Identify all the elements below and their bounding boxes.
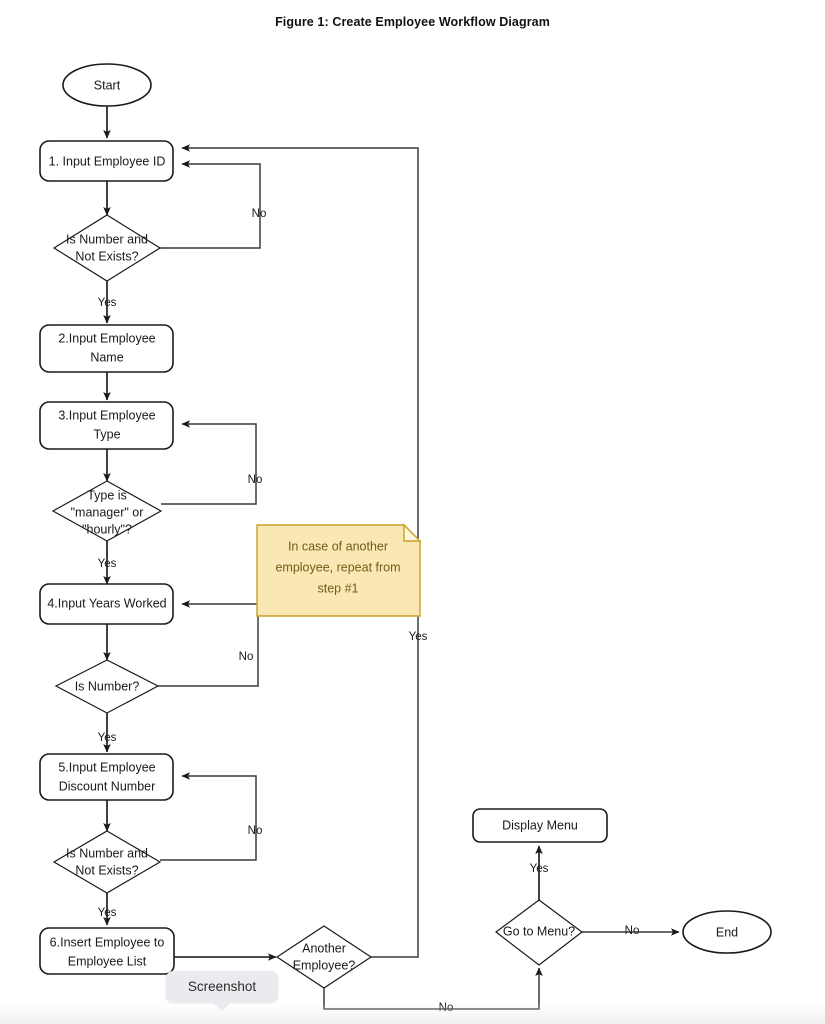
node-step4-label: 4.Input Years Worked (47, 596, 166, 610)
edge-label-dec6-yes: Yes (530, 863, 549, 875)
edge-label-dec3-yes: Yes (98, 732, 117, 744)
node-decision-go-to-menu[interactable]: Go to Menu? (495, 899, 583, 966)
node-decision2-line-2: "manager" or (71, 505, 144, 519)
node-step6[interactable]: 6.Insert Employee to Employee List (39, 927, 175, 975)
node-decision1-line-1: Is Number and (66, 232, 148, 246)
node-step3-line-2: Type (93, 427, 120, 441)
edge-label-dec6-no: No (625, 925, 640, 937)
edge-dec5-no-to-dec6 (323, 967, 543, 1010)
edge-dec2-no-loop (161, 420, 257, 505)
sticky-note: In case of another employee, repeat from… (256, 523, 422, 617)
workflow-diagram: loop back to step1 (right side) --> No s… (39, 63, 772, 1014)
node-decision-type-is-manager-or-hourly[interactable]: Type is "manager" or "hourly"? (51, 480, 163, 542)
sticky-note-line-3: step #1 (317, 581, 358, 595)
screenshot-tooltip-pointer (211, 1001, 233, 1011)
edge-label-dec1-yes: Yes (98, 297, 117, 309)
edge-label-dec4-yes: Yes (98, 907, 117, 919)
edge-label-dec2-no: No (248, 474, 263, 486)
edge-label-dec5-yes: Yes (409, 631, 428, 643)
sticky-note-line-1: In case of another (288, 539, 388, 553)
node-decision2-line-3: "hourly"? (82, 522, 132, 536)
page-bottom-fade (0, 1004, 825, 1024)
node-decision-is-number-and-not-exists-1[interactable]: Is Number and Not Exists? (52, 214, 162, 282)
sticky-note-line-2: employee, repeat from (275, 560, 400, 574)
node-step5-line-1: 5.Input Employee (58, 760, 155, 774)
node-decision-another-employee[interactable]: Another Employee? (275, 925, 373, 989)
node-decision2-line-1: Type is (87, 488, 127, 502)
node-decision-is-number[interactable]: Is Number? (54, 659, 160, 714)
node-decision5-line-2: Employee? (293, 958, 356, 972)
node-end[interactable]: End (682, 910, 772, 954)
edge-label-dec4-no: No (248, 825, 263, 837)
node-step5-line-2: Discount Number (59, 779, 156, 793)
node-decision5-line-1: Another (302, 941, 346, 955)
node-step3-line-1: 3.Input Employee (58, 408, 155, 422)
node-decision1-line-2: Not Exists? (75, 249, 138, 263)
node-step2-line-2: Name (90, 350, 123, 364)
node-step6-line-2: Employee List (68, 954, 147, 968)
edge-dec4-no-loop (160, 772, 257, 861)
node-display-menu[interactable]: Display Menu (472, 808, 608, 843)
edge-label-dec2-yes: Yes (98, 558, 117, 570)
edge-dec1-no-loop (160, 160, 261, 249)
screenshot-tooltip[interactable]: Screenshot (166, 971, 278, 1002)
node-step2[interactable]: 2.Input Employee Name (39, 324, 174, 373)
node-step1-label: 1. Input Employee ID (49, 154, 166, 168)
node-display-menu-label: Display Menu (502, 818, 578, 832)
node-decision-is-number-and-not-exists-2[interactable]: Is Number and Not Exists? (52, 830, 162, 894)
edge-label-dec3-no: No (239, 651, 254, 663)
node-start-label: Start (94, 78, 121, 92)
node-step4[interactable]: 4.Input Years Worked (39, 583, 174, 625)
node-start[interactable]: Start (62, 63, 152, 107)
edge-label-dec1-no: No (252, 208, 267, 220)
node-decision4-line-1: Is Number and (66, 846, 148, 860)
node-decision6-label: Go to Menu? (503, 924, 575, 938)
node-step6-line-1: 6.Insert Employee to (50, 935, 165, 949)
node-decision3-label: Is Number? (75, 679, 140, 693)
node-step3[interactable]: 3.Input Employee Type (39, 401, 174, 450)
node-decision4-line-2: Not Exists? (75, 863, 138, 877)
node-step5[interactable]: 5.Input Employee Discount Number (39, 753, 174, 801)
node-end-label: End (716, 925, 738, 939)
node-step1[interactable]: 1. Input Employee ID (39, 140, 174, 182)
node-step2-line-1: 2.Input Employee (58, 331, 155, 345)
